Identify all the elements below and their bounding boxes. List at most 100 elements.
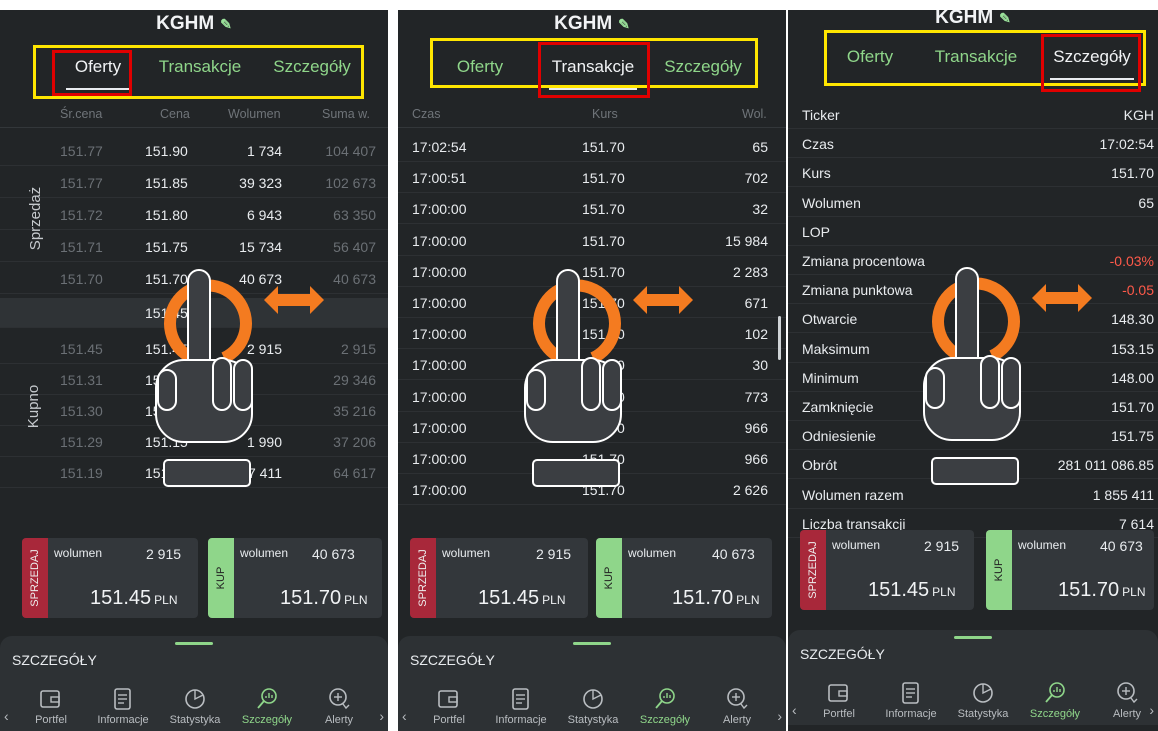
detail-label: Czas xyxy=(802,136,834,153)
nav-statystyka[interactable]: Statystyka xyxy=(948,680,1018,720)
buy-card[interactable]: KUP wolumen 40 673 151.70 PLN xyxy=(208,538,382,618)
table-row[interactable]: 151.29 151.15 1 990 37 206 xyxy=(0,427,388,457)
nav-informacje[interactable]: Informacje xyxy=(486,686,556,726)
table-row[interactable]: 17:00:00 151.70 15 984 xyxy=(398,226,786,256)
table-row[interactable]: 151.19 151.05 27 411 64 617 xyxy=(0,458,388,488)
scrollbar[interactable] xyxy=(778,316,781,360)
nav-portfel[interactable]: Portfel xyxy=(16,686,86,726)
table-row[interactable]: 17:00:00 151.70 102 xyxy=(398,319,786,350)
buy-stripe: KUP xyxy=(208,538,234,618)
buy-volume-label: wolumen xyxy=(240,546,289,560)
detail-label: Otwarcie xyxy=(802,311,858,328)
nav-label: Portfel xyxy=(823,708,855,720)
chart-icon xyxy=(948,680,1018,706)
cell-sum: 63 350 xyxy=(333,207,376,223)
pencil-icon[interactable]: ✎ xyxy=(220,16,232,33)
chevron-left-icon[interactable]: ‹ xyxy=(4,708,9,724)
cell-time: 17:00:00 xyxy=(412,451,467,467)
nav-alerty[interactable]: Alerty xyxy=(702,686,772,726)
cell-volume: 966 xyxy=(744,419,768,436)
detail-label: Maksimum xyxy=(802,340,870,357)
table-row[interactable]: 17:00:00 151.70 2 283 xyxy=(398,257,786,287)
document-icon xyxy=(876,680,946,706)
sell-card[interactable]: SPRZEDAJ wolumen 2 915 151.45 PLN xyxy=(800,530,974,610)
nav-informacje[interactable]: Informacje xyxy=(876,680,946,720)
wallet-icon xyxy=(414,686,484,712)
nav-szczegoly[interactable]: Szczegóły xyxy=(630,686,700,726)
detail-row: Czas 17:02:54 xyxy=(788,129,1158,159)
cell-time: 17:00:00 xyxy=(412,232,467,249)
cell-volume: 6 943 xyxy=(246,207,282,223)
nav-statystyka[interactable]: Statystyka xyxy=(558,686,628,726)
buy-card[interactable]: KUP wolumen 40 673 151.70 PLN xyxy=(596,538,772,618)
cell-sum: 37 206 xyxy=(333,434,376,450)
detail-value: 151.75 xyxy=(1111,428,1154,445)
table-row[interactable]: 151.70 151.70 40 673 40 673 xyxy=(0,264,388,294)
wallet-icon xyxy=(16,686,86,712)
cell-volume: 2 915 xyxy=(246,341,282,357)
col-time: Czas xyxy=(412,107,441,121)
detail-value: 153.15 xyxy=(1111,340,1154,357)
table-row[interactable]: 17:00:00 151.70 671 xyxy=(398,288,786,318)
page-title: KGHM ✎ xyxy=(0,10,388,38)
detail-row: Odniesienie 151.75 xyxy=(788,421,1158,451)
nav-label: Alerty xyxy=(324,714,354,726)
nav-label: Szczegóły xyxy=(1029,708,1081,720)
table-row[interactable]: 151.72 151.80 6 943 63 350 xyxy=(0,200,388,230)
panel-transakcje: KGHM ✎ Oferty Transakcje Szczegóły Czas K… xyxy=(398,0,786,731)
sell-stripe: SPRZEDAJ xyxy=(410,538,436,618)
table-row[interactable]: 151.30 151. 35 216 xyxy=(0,396,388,426)
sell-card[interactable]: SPRZEDAJ wolumen 2 915 151.45 PLN xyxy=(22,538,198,618)
table-row[interactable]: 17:02:54 151.70 65 xyxy=(398,132,786,162)
cell-volume: 2 283 xyxy=(732,263,768,280)
cell-price: 151.70 xyxy=(582,357,625,374)
detail-label: Kurs xyxy=(802,165,831,182)
nav-portfel[interactable]: Portfel xyxy=(414,686,484,726)
mid-price-row: 151.45 xyxy=(0,298,388,328)
cell-price: 151.70 xyxy=(582,232,625,249)
pencil-icon[interactable]: ✎ xyxy=(999,10,1011,27)
nav-szczegoly[interactable]: Szczegóły xyxy=(232,686,302,726)
chevron-right-icon[interactable]: › xyxy=(379,708,384,724)
table-row[interactable]: 17:00:00 151.70 966 xyxy=(398,444,786,474)
table-row[interactable]: 17:00:00 151.70 32 xyxy=(398,194,786,225)
alert-plus-icon xyxy=(702,686,772,712)
table-row[interactable]: 17:00:00 151.70 2 626 xyxy=(398,475,786,506)
nav-informacje[interactable]: Informacje xyxy=(88,686,158,726)
chevron-left-icon[interactable]: ‹ xyxy=(402,708,407,724)
table-row[interactable]: 17:00:00 151.70 30 xyxy=(398,350,786,381)
sheet-handle[interactable] xyxy=(573,642,611,645)
nav-alerty[interactable]: Alerty xyxy=(304,686,374,726)
table-row[interactable]: 17:00:00 151.70 966 xyxy=(398,413,786,443)
nav-label: Portfel xyxy=(35,714,67,726)
sheet-handle[interactable] xyxy=(175,642,213,645)
table-row[interactable]: 151.71 151.75 15 734 56 407 xyxy=(0,232,388,262)
buy-volume: 40 673 xyxy=(712,546,755,562)
nav-statystyka[interactable]: Statystyka xyxy=(160,686,230,726)
table-row[interactable]: 151.45 151.45 2 915 2 915 xyxy=(0,334,388,364)
cell-price: 151.70 xyxy=(145,271,188,287)
cell-price: 151.70 xyxy=(582,263,625,280)
sell-card[interactable]: SPRZEDAJ wolumen 2 915 151.45 PLN xyxy=(410,538,588,618)
col-avg: Śr.cena xyxy=(60,107,103,121)
nav-szczegoly[interactable]: Szczegóły xyxy=(1020,680,1090,720)
buy-card[interactable]: KUP wolumen 40 673 151.70 PLN xyxy=(986,530,1154,610)
sheet-handle[interactable] xyxy=(954,636,992,639)
pencil-icon[interactable]: ✎ xyxy=(618,16,630,33)
detail-row: Ticker KGH xyxy=(788,100,1158,129)
cell-volume: 30 xyxy=(752,357,768,374)
nav-alerty[interactable]: Alerty xyxy=(1092,680,1158,720)
nav-label: Statystyka xyxy=(169,714,221,726)
table-row[interactable]: 17:00:00 151.70 773 xyxy=(398,382,786,412)
table-row[interactable]: 151.77 151.85 39 323 102 673 xyxy=(0,168,388,198)
detail-row: Obrót 281 011 086.85 xyxy=(788,450,1158,480)
table-row[interactable]: 151.77 151.90 1 734 104 407 xyxy=(0,136,388,166)
chevron-left-icon[interactable]: ‹ xyxy=(792,702,797,718)
nav-portfel[interactable]: Portfel xyxy=(804,680,874,720)
detail-label: Odniesienie xyxy=(802,428,876,445)
cell-time: 17:00:00 xyxy=(412,295,467,311)
chevron-right-icon[interactable]: › xyxy=(777,708,782,724)
table-row[interactable]: 151.31 151.30 29 346 xyxy=(0,365,388,395)
cell-avg: 151.30 xyxy=(60,403,103,419)
table-row[interactable]: 17:00:51 151.70 702 xyxy=(398,163,786,194)
